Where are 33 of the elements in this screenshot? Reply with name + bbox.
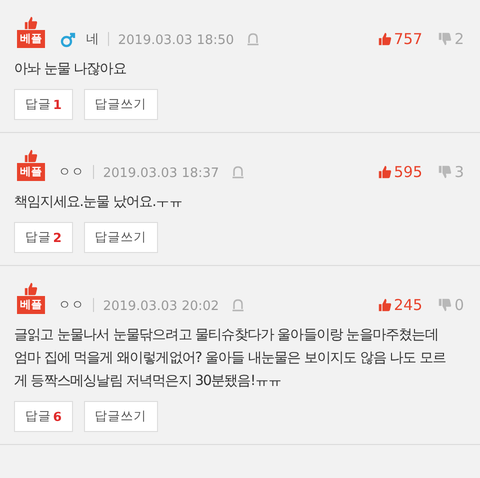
- thumb-up-icon: [24, 282, 38, 296]
- comment-date: 2019.03.03 18:37: [103, 166, 220, 181]
- thumb-down-icon: [438, 165, 452, 179]
- siren-icon[interactable]: [231, 165, 246, 179]
- author-name[interactable]: ㅇㅇ: [58, 163, 84, 181]
- siren-icon[interactable]: [246, 32, 260, 46]
- like-button[interactable]: 245: [378, 296, 422, 314]
- thumb-down-icon: [438, 32, 452, 46]
- thumb-up-icon: [24, 16, 38, 30]
- thumb-up-icon: [378, 32, 392, 46]
- like-button[interactable]: 595: [378, 163, 422, 181]
- like-button[interactable]: 757: [378, 30, 422, 48]
- thumb-down-icon: [438, 298, 452, 312]
- comment-date: 2019.03.03 20:02: [103, 299, 220, 314]
- thumb-up-icon: [378, 165, 392, 179]
- best-badge: 베플: [17, 30, 45, 48]
- siren-icon[interactable]: [231, 298, 246, 312]
- thumb-up-icon: [378, 298, 392, 312]
- comment-date: 2019.03.03 18:50: [118, 33, 234, 48]
- replies-button[interactable]: 답글 2: [14, 222, 73, 253]
- write-reply-button[interactable]: 답글쓰기: [84, 89, 158, 120]
- best-badge: 베플: [17, 163, 45, 181]
- author-name[interactable]: ㅇㅇ: [58, 296, 84, 314]
- comment-text: 책임지세요.눈물 났어요.ㅜㅠ: [14, 193, 183, 212]
- replies-button[interactable]: 답글 6: [14, 401, 73, 432]
- comment-text: 글읽고 눈물나서 눈물닦으려고 물티슈찾다가 울아들이랑 눈을마주쳤는데 엄마 집에 먹을게 왜이렇게없어? 울아들 내눈물은 보이지도 않음 나도 모르게 등짝스메싱날림 저녁먹은지 30분됐음!ㅠㅠ: [14, 326, 446, 391]
- author-name[interactable]: 네: [86, 30, 99, 48]
- replies-button[interactable]: 답글 1: [14, 89, 73, 120]
- comment-text: 아놔 눈물 나잖아요: [14, 60, 127, 79]
- best-badge: 베플: [17, 296, 45, 314]
- thumb-up-icon: [24, 149, 38, 163]
- write-reply-button[interactable]: 답글쓰기: [84, 401, 158, 432]
- write-reply-button[interactable]: 답글쓰기: [84, 222, 158, 253]
